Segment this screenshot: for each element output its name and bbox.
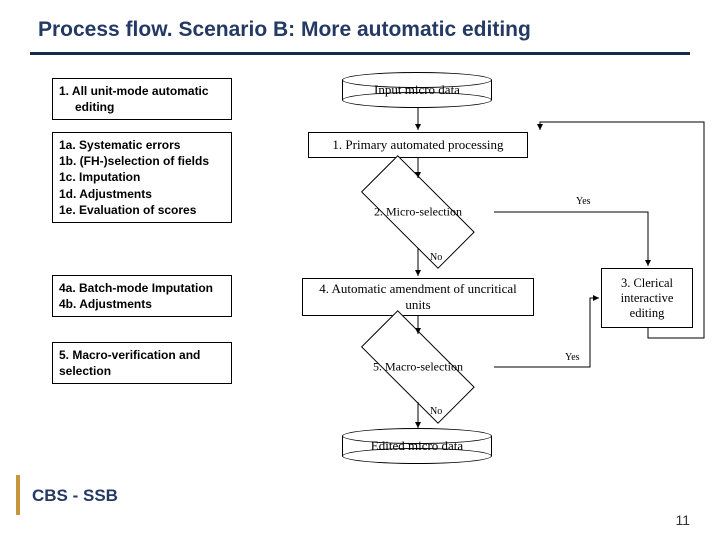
lb1a-l3: 1c. Imputation	[59, 169, 225, 185]
cylinder-input: Input micro data	[342, 72, 492, 108]
left-box-4: 4a. Batch-mode Imputation 4b. Adjustment…	[52, 275, 232, 317]
cylinder-output: Edited micro data	[342, 428, 492, 464]
label-no-2: No	[430, 406, 442, 417]
lb4-l1: 4a. Batch-mode Imputation	[59, 280, 225, 296]
footer-label: CBS - SSB	[32, 486, 118, 506]
lb4-l2: 4b. Adjustments	[59, 296, 225, 312]
cylinder-output-label: Edited micro data	[342, 438, 492, 454]
left-box-5: 5. Macro-verification and selection	[52, 342, 232, 384]
lb1a-l2: 1b. (FH-)selection of fields	[59, 153, 225, 169]
label-yes-1: Yes	[576, 196, 591, 207]
step-5-label: 5. Macro-selection	[340, 360, 496, 375]
slide: Process flow. Scenario B: More automatic…	[0, 0, 720, 540]
step-3: 3. Clerical interactive editing	[601, 268, 693, 328]
page-number: 11	[675, 512, 690, 528]
title-rule	[30, 52, 690, 55]
left-box-1a: 1a. Systematic errors 1b. (FH-)selection…	[52, 132, 232, 223]
lb1a-l4: 1d. Adjustments	[59, 186, 225, 202]
step-1: 1. Primary automated processing	[308, 132, 528, 158]
lb1a-l1: 1a. Systematic errors	[59, 137, 225, 153]
label-no-1: No	[430, 252, 442, 263]
step-2-label: 2. Micro-selection	[340, 205, 496, 220]
step-3-label: 3. Clerical interactive editing	[608, 276, 686, 321]
left-box-1: 1. All unit-mode automatic editing	[52, 78, 232, 120]
step-5-decision: 5. Macro-selection	[340, 330, 496, 404]
page-title: Process flow. Scenario B: More automatic…	[38, 18, 531, 42]
lb1-line1: 1. All unit-mode automatic	[59, 83, 225, 99]
footer-accent	[16, 475, 20, 515]
step-4: 4. Automatic amendment of uncritical uni…	[302, 278, 534, 316]
lb5-l1: 5. Macro-verification and	[59, 347, 225, 363]
lb1-line2: editing	[59, 99, 225, 115]
label-yes-2: Yes	[565, 352, 580, 363]
step-2-decision: 2. Micro-selection	[340, 175, 496, 249]
step-1-label: 1. Primary automated processing	[332, 137, 503, 153]
lb1a-l5: 1e. Evaluation of scores	[59, 202, 225, 218]
step-4-label: 4. Automatic amendment of uncritical uni…	[309, 281, 527, 313]
cylinder-input-label: Input micro data	[342, 82, 492, 98]
lb5-l2: selection	[59, 363, 225, 379]
